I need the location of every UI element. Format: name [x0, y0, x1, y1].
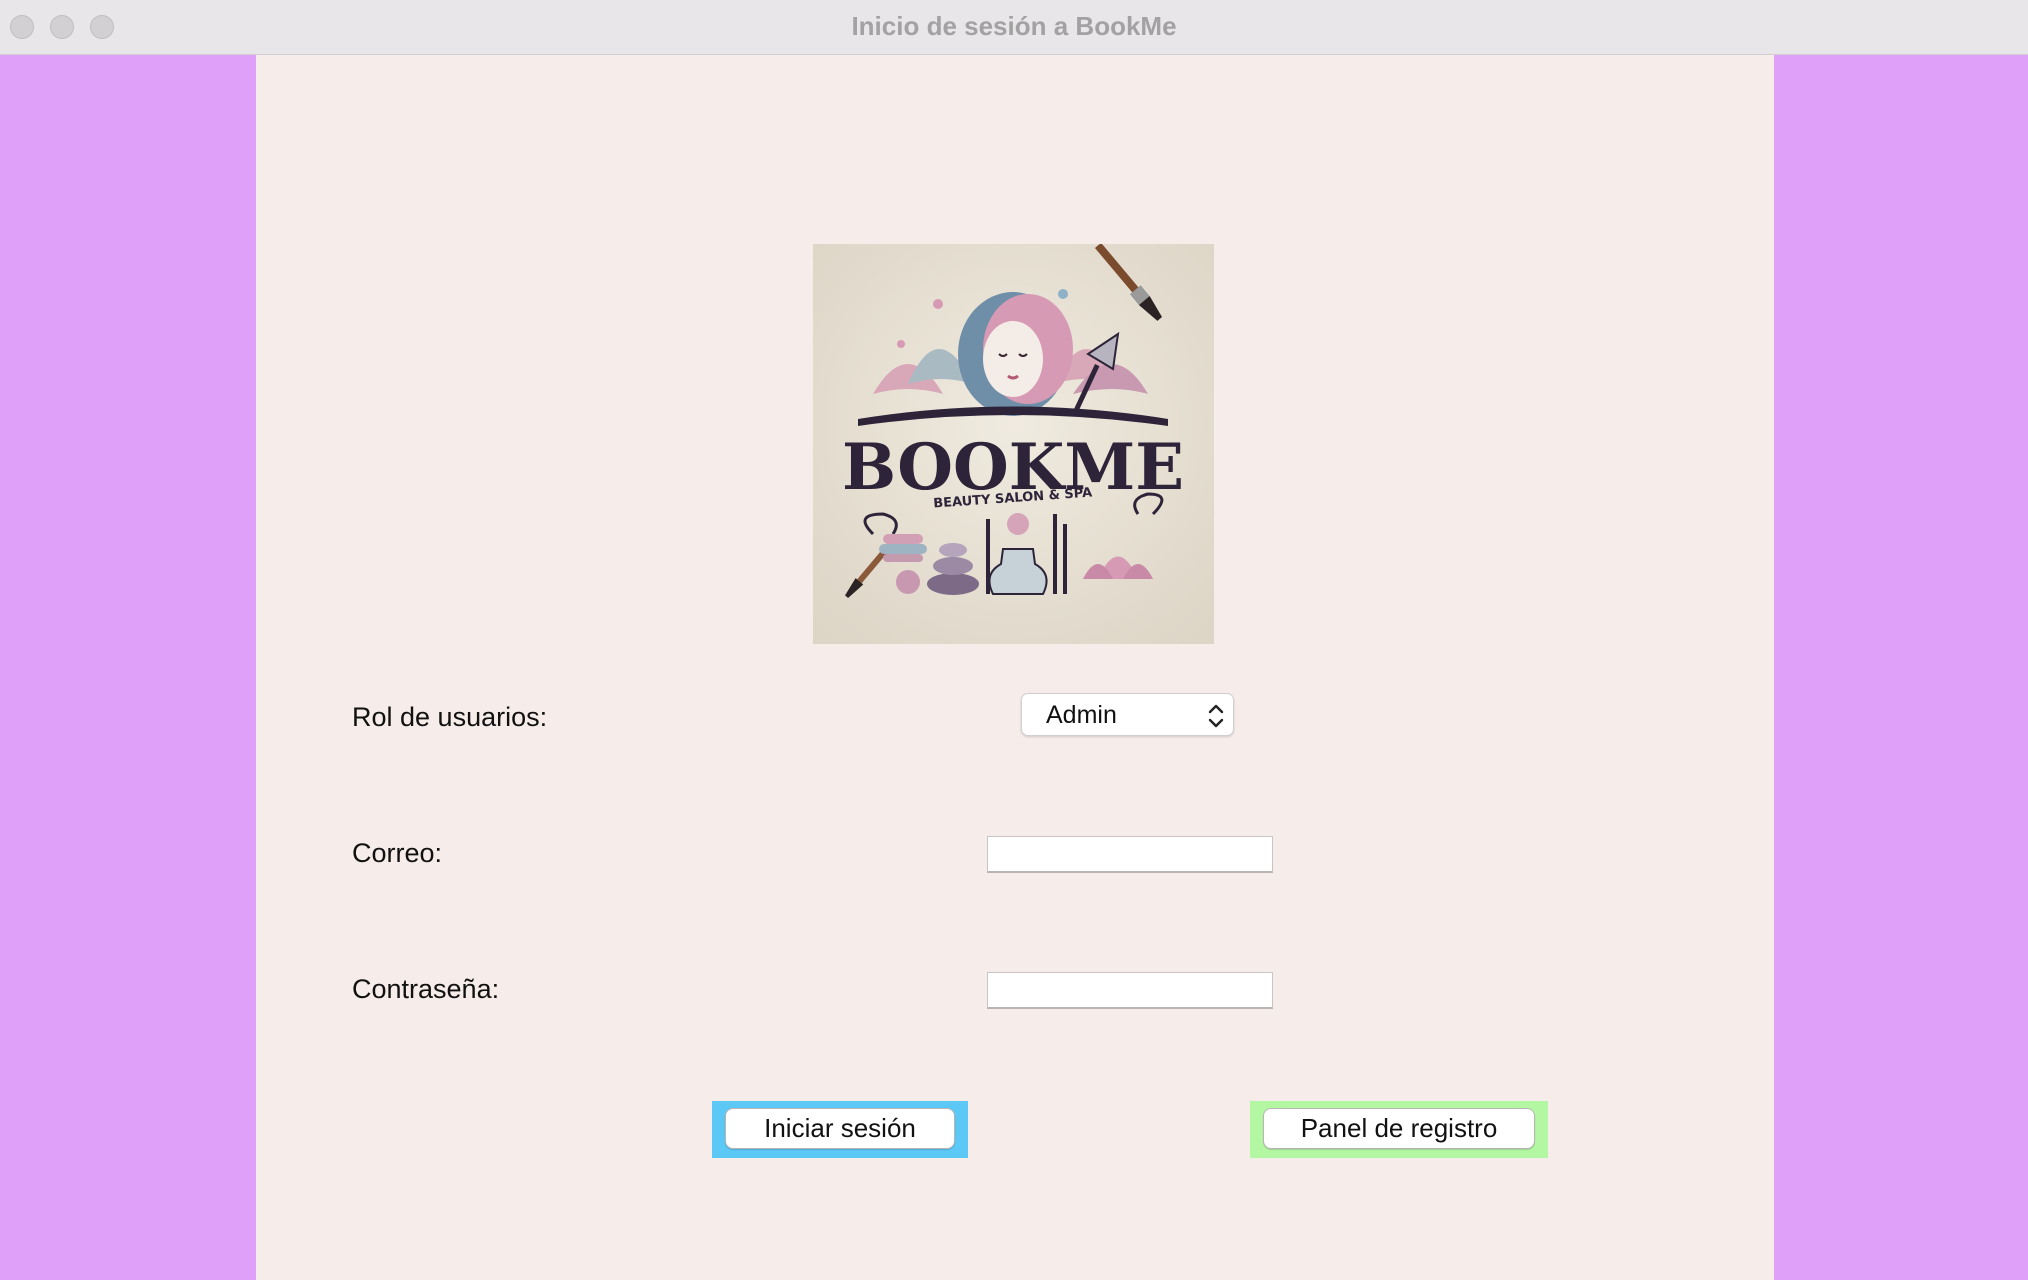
title-bar: Inicio de sesión a BookMe: [0, 0, 2028, 55]
bookme-logo: BOOKME BEAUTY SALON & SPA: [813, 244, 1214, 644]
login-button-frame: Iniciar sesión: [712, 1101, 968, 1158]
role-select[interactable]: Admin: [1021, 693, 1234, 736]
login-button[interactable]: Iniciar sesión: [725, 1108, 955, 1149]
register-panel-button[interactable]: Panel de registro: [1263, 1108, 1535, 1149]
login-panel: [256, 55, 1774, 1280]
register-button-frame: Panel de registro: [1250, 1101, 1548, 1158]
password-label: Contraseña:: [352, 974, 500, 1004]
email-label: Correo:: [352, 838, 443, 868]
password-field[interactable]: [987, 972, 1273, 1009]
login-window: Inicio de sesión a BookMe BOOKME BEAUTY …: [0, 0, 2028, 1280]
role-select-value: Admin: [1046, 701, 1117, 729]
role-label: Rol de usuarios:: [352, 702, 548, 732]
select-arrows-icon: [1208, 704, 1224, 728]
bookme-logo-art: BOOKME BEAUTY SALON & SPA: [813, 244, 1214, 644]
email-field[interactable]: [987, 836, 1273, 873]
window-title: Inicio de sesión a BookMe: [851, 11, 1177, 41]
